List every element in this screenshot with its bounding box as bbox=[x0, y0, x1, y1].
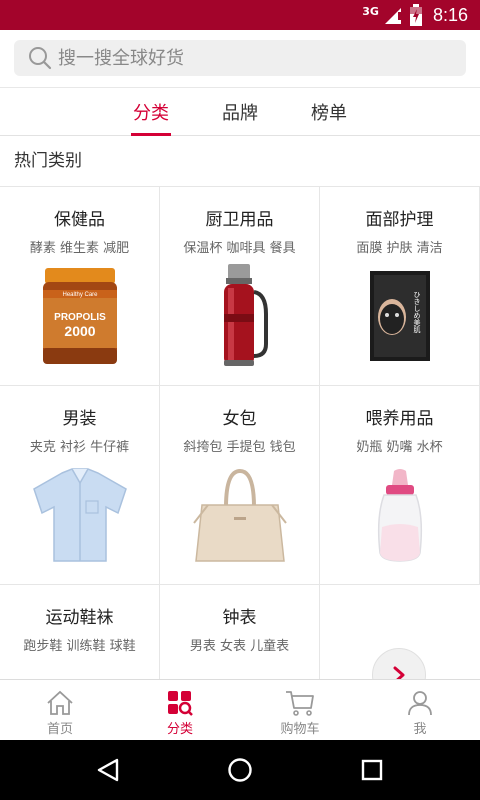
system-navigation-bar bbox=[0, 740, 480, 800]
nav-label: 购物车 bbox=[280, 722, 320, 737]
category-sportswear[interactable]: 运动鞋袜 跑步鞋 训练鞋 球鞋 bbox=[0, 585, 160, 679]
nav-me[interactable]: 我 bbox=[360, 680, 480, 741]
cart-icon bbox=[240, 680, 360, 716]
user-icon bbox=[360, 680, 480, 716]
category-subtitle: 跑步鞋 训练鞋 球鞋 bbox=[23, 639, 136, 654]
section-title: 热门类别 bbox=[0, 136, 480, 187]
nav-label: 分类 bbox=[166, 722, 193, 737]
battery-icon bbox=[409, 4, 423, 26]
svg-text:Healthy Care: Healthy Care bbox=[62, 292, 98, 298]
tab-brand[interactable]: 品牌 bbox=[220, 88, 260, 136]
status-bar: 3G 8:16 bbox=[0, 0, 480, 30]
category-subtitle: 保温杯 咖啡具 餐具 bbox=[183, 241, 296, 256]
category-subtitle: 酵素 维生素 减肥 bbox=[29, 241, 130, 256]
category-title: 保健品 bbox=[54, 210, 105, 230]
category-title: 女包 bbox=[222, 409, 257, 429]
status-time: 8:16 bbox=[432, 4, 468, 25]
category-subtitle: 夹克 衬衫 牛仔裤 bbox=[29, 440, 130, 455]
category-title: 男装 bbox=[62, 409, 97, 429]
category-title: 厨卫用品 bbox=[205, 210, 274, 230]
thermos-image bbox=[160, 261, 319, 371]
category-subtitle: 奶瓶 奶嘴 水杯 bbox=[356, 440, 443, 455]
category-feeding[interactable]: 喂养用品 奶瓶 奶嘴 水杯 bbox=[320, 386, 480, 585]
search-box[interactable] bbox=[14, 40, 466, 76]
jar-label: PROPOLIS bbox=[54, 312, 106, 323]
category-watches[interactable]: 钟表 男表 女表 儿童表 bbox=[160, 585, 320, 679]
category-title: 面部护理 bbox=[365, 210, 434, 230]
nav-label: 我 bbox=[413, 722, 427, 737]
shirt-image bbox=[0, 460, 159, 570]
home-circle-icon[interactable] bbox=[222, 754, 258, 786]
recents-icon[interactable] bbox=[354, 754, 390, 786]
bottom-navigation: 首页 分类 购物车 我 bbox=[0, 679, 480, 740]
category-facial-care[interactable]: 面部护理 面膜 护肤 清洁 ひきしめ美肌 bbox=[320, 187, 480, 386]
tab-ranking[interactable]: 榜单 bbox=[309, 88, 349, 136]
category-icon bbox=[120, 680, 240, 716]
status-icons: 3G 8:16 bbox=[362, 3, 468, 27]
category-title: 钟表 bbox=[222, 608, 257, 628]
baby-bottle-image bbox=[320, 460, 479, 570]
back-icon[interactable] bbox=[90, 754, 126, 786]
search-input[interactable] bbox=[58, 47, 438, 69]
nav-cart[interactable]: 购物车 bbox=[240, 680, 360, 741]
category-kitchen[interactable]: 厨卫用品 保温杯 咖啡具 餐具 bbox=[160, 187, 320, 386]
category-health-supplements[interactable]: 保健品 酵素 维生素 减肥 Healthy Care PROPOLIS 2000 bbox=[0, 187, 160, 386]
supplement-jar-image: Healthy Care PROPOLIS 2000 bbox=[0, 261, 159, 371]
handbag-image bbox=[160, 460, 319, 570]
category-womens-bags[interactable]: 女包 斜挎包 手提包 钱包 bbox=[160, 386, 320, 585]
jar-label-number: 2000 bbox=[64, 323, 95, 339]
search-icon bbox=[22, 40, 58, 76]
face-mask-image: ひきしめ美肌 bbox=[320, 261, 479, 371]
category-subtitle: 面膜 护肤 清洁 bbox=[356, 241, 443, 256]
category-title: 喂养用品 bbox=[365, 409, 434, 429]
category-subtitle: 男表 女表 儿童表 bbox=[189, 639, 290, 654]
category-subtitle: 斜挎包 手提包 钱包 bbox=[183, 440, 296, 455]
category-title: 运动鞋袜 bbox=[45, 608, 114, 628]
category-content: 热门类别 保健品 酵素 维生素 减肥 Healthy Care PROPOLIS… bbox=[0, 136, 480, 679]
chevron-right-icon bbox=[393, 666, 405, 679]
nav-label: 首页 bbox=[46, 722, 73, 737]
mask-label: ひきしめ美肌 bbox=[413, 291, 421, 334]
network-type: 3G bbox=[362, 4, 379, 18]
nav-home[interactable]: 首页 bbox=[0, 680, 120, 741]
category-menswear[interactable]: 男装 夹克 衬衫 牛仔裤 bbox=[0, 386, 160, 585]
signal-icon bbox=[384, 6, 403, 24]
home-icon bbox=[0, 680, 120, 716]
category-tabs: 分类 品牌 榜单 bbox=[0, 88, 480, 136]
search-bar bbox=[0, 30, 480, 88]
tab-category[interactable]: 分类 bbox=[131, 88, 171, 136]
nav-category[interactable]: 分类 bbox=[120, 680, 240, 741]
